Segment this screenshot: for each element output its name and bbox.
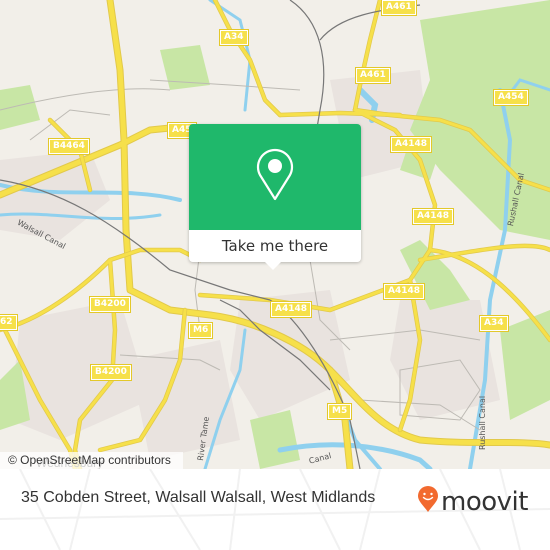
road-label-b4200: B4200 <box>90 364 132 381</box>
road-label-b4200: B4200 <box>89 296 131 313</box>
moovit-logo[interactable]: moovit <box>417 485 528 518</box>
road-label-a454: A454 <box>493 89 529 106</box>
road-label-b4464: B4464 <box>48 138 90 155</box>
map[interactable]: A34 A461 A461 A454 B4464 A45 A4148 A4148… <box>0 0 550 469</box>
road-label-a461: A461 <box>355 67 391 84</box>
map-attribution[interactable]: © OpenStreetMap contributors <box>0 452 183 469</box>
moovit-wordmark: moovit <box>441 486 528 517</box>
location-popup: Take me there <box>189 124 361 270</box>
road-label-a4148: A4148 <box>411 208 455 225</box>
road-label-a4148: A4148 <box>269 301 313 318</box>
address-text: 35 Cobden Street, Walsall Walsall, West … <box>21 489 376 506</box>
rushall-canal-label: Rushall Canal <box>478 395 487 450</box>
popup-header <box>189 124 361 230</box>
road-label-a4148: A4148 <box>389 136 433 153</box>
road-label-m6: M6 <box>187 322 214 339</box>
road-label-m5: M5 <box>326 403 353 420</box>
road-label-a34: A34 <box>479 315 509 332</box>
take-me-there-button[interactable]: Take me there <box>189 230 361 262</box>
road-label-a4038: 62 <box>0 314 18 331</box>
road-label-a4148: A4148 <box>382 283 426 300</box>
moovit-smiley-pin-icon <box>417 485 439 518</box>
road-label-a34: A34 <box>219 29 249 46</box>
road-label-a461: A461 <box>381 0 417 16</box>
footer: 35 Cobden Street, Walsall Walsall, West … <box>0 469 550 550</box>
map-pin-icon <box>255 148 295 207</box>
popup-pointer <box>264 261 282 270</box>
